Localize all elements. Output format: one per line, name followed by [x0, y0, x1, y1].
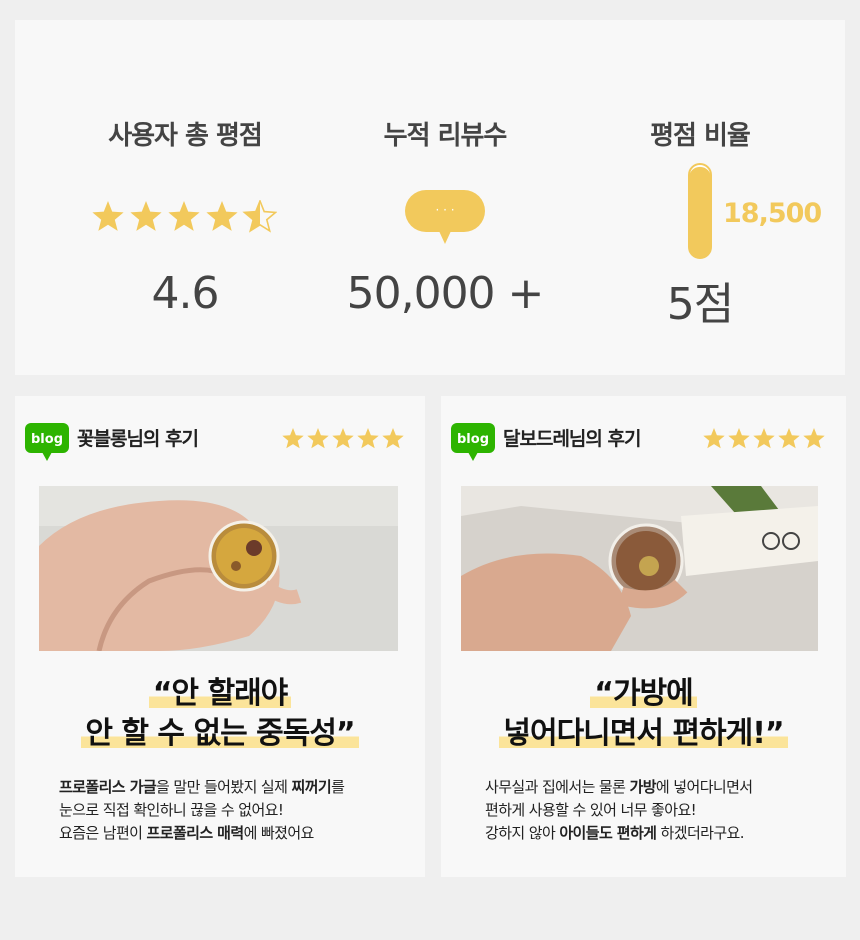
review-body-emphasis: 아이들도 편하게: [559, 824, 657, 842]
svg-text:· · ·: · · ·: [435, 203, 454, 217]
review-photo: [461, 486, 818, 651]
rating-ratio-count: 18,500: [723, 198, 822, 229]
review-stars-icon: [282, 428, 404, 449]
review-body-emphasis: 가방: [629, 778, 657, 796]
review-card: blog 달보드레님의 후기 “가방에 넣어다니면서 편하게!” 사무실과 집에…: [441, 396, 846, 877]
star-icon: [206, 201, 238, 231]
review-body-text: 하겠더라구요.: [656, 824, 745, 842]
review-body: 프로폴리스 가글을 말만 들어봤지 실제 찌꺼기를 눈으로 직접 확인하니 끊을…: [59, 776, 399, 845]
review-body: 사무실과 집에서는 물론 가방에 넣어다니면서 편하게 사용할 수 있어 너무 …: [485, 776, 825, 845]
review-count-heading: 누적 리뷰수: [383, 121, 508, 151]
review-body-emphasis: 프로폴리스 매력: [146, 824, 245, 842]
svg-text:blog: blog: [31, 432, 63, 447]
review-author: 달보드레님의 후기: [503, 428, 641, 450]
review-body-text: 를: [331, 778, 345, 796]
review-body-emphasis: 프로폴리스 가글: [59, 778, 157, 796]
gargle-pouch-pour-icon: [461, 486, 818, 651]
review-quote-line1: “가방에: [590, 676, 697, 711]
total-rating-heading: 사용자 총 평점: [108, 121, 263, 151]
total-rating-section: 사용자 총 평점 4.6: [55, 20, 315, 375]
blog-badge-icon: blog: [451, 423, 495, 461]
blog-badge-icon: blog: [25, 423, 69, 461]
star-icon: [92, 201, 124, 231]
review-body-text: 편하게 사용할 수 있어 너무 좋아요!: [485, 801, 697, 819]
rating-gauge-bar: [688, 163, 712, 259]
review-body-text: 에 빠졌어요: [243, 824, 315, 842]
review-body-text: 사무실과 집에서는 물론: [485, 778, 630, 796]
gold-gel-cup-in-hand-icon: [39, 486, 398, 651]
review-body-text: 에 넣어다니면서: [655, 778, 753, 796]
half-star-icon: [243, 200, 277, 232]
review-stars-icon: [703, 428, 825, 449]
review-quote-line2: 넣어다니면서 편하게!”: [499, 716, 788, 751]
star-icon: [130, 201, 162, 231]
review-card: blog 꽃블롱님의 후기 “안 할래야 안 할 수 없는 중독성” 프로폴리스…: [15, 396, 425, 877]
svg-text:blog: blog: [457, 432, 489, 447]
review-body-text: 눈으로 직접 확인하니 끊을 수 없어요!: [59, 801, 284, 819]
review-quote-line1: “안 할래야: [148, 676, 292, 711]
rating-summary-panel: 사용자 총 평점 4.6 누적 리뷰수 50,000 + · · · 평점 비율…: [15, 20, 845, 375]
review-quote: “가방에 넣어다니면서 편하게!”: [441, 674, 846, 754]
review-count-value: 50,000 +: [346, 268, 545, 319]
review-quote-line2: 안 할 수 없는 중독성”: [81, 716, 359, 751]
review-body-text: 요즘은 남편이: [59, 824, 147, 842]
rating-stars: [91, 200, 277, 234]
review-body-text: 강하지 않아: [485, 824, 560, 842]
rating-ratio-value: 5점: [666, 279, 734, 330]
total-rating-value: 4.6: [151, 268, 220, 319]
review-author: 꽃블롱님의 후기: [77, 428, 199, 450]
review-body-emphasis: 찌꺼기: [291, 778, 332, 796]
rating-stars-icon: [92, 200, 277, 232]
speech-bubble-icon: · · ·: [405, 190, 485, 244]
star-icon: [168, 201, 200, 231]
review-body-text: 을 말만 들어봤지 실제: [156, 778, 292, 796]
review-photo: [39, 486, 398, 651]
review-quote: “안 할래야 안 할 수 없는 중독성”: [15, 674, 425, 754]
rating-ratio-heading: 평점 비율: [650, 121, 751, 151]
